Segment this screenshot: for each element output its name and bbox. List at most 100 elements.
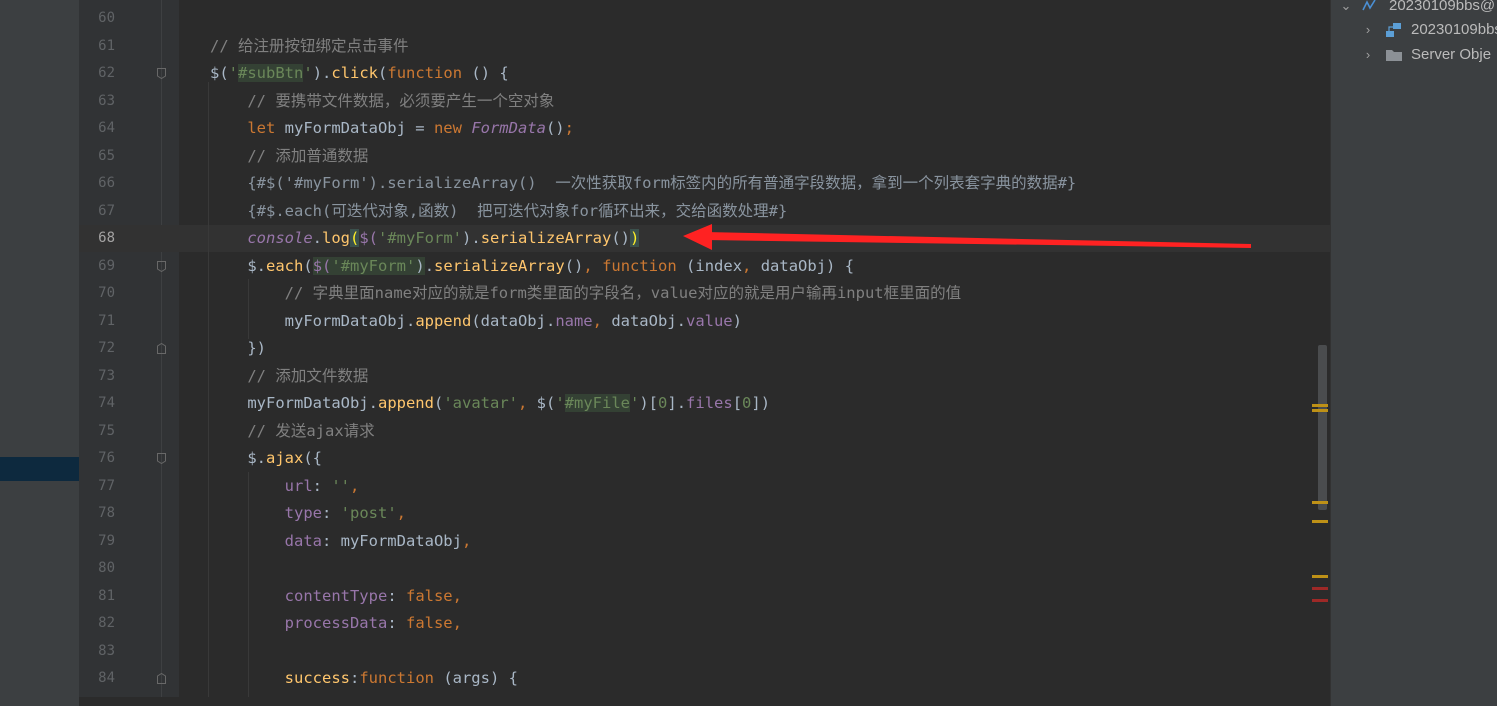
code-line[interactable]: 67 {#$.each(可迭代对象,函数) 把可迭代对象for循环出来，交给函数…: [79, 198, 1330, 225]
line-number[interactable]: 73: [79, 363, 115, 390]
tree-item-schema[interactable]: › 20230109bbs: [1331, 18, 1497, 42]
code-line[interactable]: 69 $.each($('#myForm').serializeArray(),…: [79, 253, 1330, 280]
line-number[interactable]: 60: [79, 5, 115, 32]
line-number[interactable]: 75: [79, 418, 115, 445]
fold-marker-icon[interactable]: [157, 453, 166, 464]
code-text[interactable]: $.ajax({: [210, 445, 322, 472]
fold-marker-icon[interactable]: [157, 68, 166, 79]
code-token: $(: [359, 229, 379, 247]
fold-marker-icon[interactable]: [157, 343, 166, 354]
code-line[interactable]: 65 // 添加普通数据: [79, 143, 1330, 170]
code-line[interactable]: 64 let myFormDataObj = new FormData();: [79, 115, 1330, 142]
code-line[interactable]: 68 console.log($('#myForm').serializeArr…: [79, 225, 1330, 252]
code-line[interactable]: 66 {#$('#myForm').serializeArray() 一次性获取…: [79, 170, 1330, 197]
tree-item-server-objects[interactable]: › Server Obje: [1331, 43, 1497, 67]
code-line[interactable]: 77 url: '',: [79, 473, 1330, 500]
code-line[interactable]: 60: [79, 5, 1330, 32]
line-number[interactable]: 77: [79, 473, 115, 500]
code-line[interactable]: 80: [79, 555, 1330, 582]
code-token: .: [424, 256, 435, 275]
code-token: ajax: [266, 449, 304, 467]
code-line[interactable]: 74 myFormDataObj.append('avatar', $('#my…: [79, 390, 1330, 417]
chevron-down-icon[interactable]: ⌄: [1339, 0, 1353, 18]
code-token: name: [555, 311, 593, 330]
line-number[interactable]: 68: [79, 225, 115, 252]
code-line[interactable]: 72 }): [79, 335, 1330, 362]
code-line[interactable]: 82 processData: false,: [79, 610, 1330, 637]
fold-marker-icon[interactable]: [157, 673, 166, 684]
vertical-scrollbar-thumb[interactable]: [1318, 345, 1327, 510]
code-line[interactable]: 76 $.ajax({: [79, 445, 1330, 472]
code-text[interactable]: {#$.each(可迭代对象,函数) 把可迭代对象for循环出来，交给函数处理#…: [210, 198, 787, 225]
code-line[interactable]: 78 type: 'post',: [79, 500, 1330, 527]
line-number[interactable]: 70: [79, 280, 115, 307]
code-token: new: [433, 119, 462, 137]
code-text[interactable]: }): [210, 335, 266, 362]
code-text[interactable]: // 给注册按钮绑定点击事件: [210, 33, 409, 60]
code-text[interactable]: myFormDataObj.append('avatar', $('#myFil…: [210, 390, 770, 417]
code-text[interactable]: url: '',: [210, 473, 360, 500]
line-number[interactable]: 78: [79, 500, 115, 527]
line-number[interactable]: 84: [79, 665, 115, 692]
line-number[interactable]: 72: [79, 335, 115, 362]
error-marker[interactable]: [1312, 599, 1328, 602]
code-token: ({: [303, 449, 322, 467]
line-number[interactable]: 67: [79, 198, 115, 225]
code-line[interactable]: 84 success:function (args) {: [79, 665, 1330, 692]
code-line[interactable]: 75 // 发送ajax请求: [79, 418, 1330, 445]
code-line[interactable]: 73 // 添加文件数据: [79, 363, 1330, 390]
line-number[interactable]: 83: [79, 638, 115, 665]
chevron-right-icon[interactable]: ›: [1361, 18, 1375, 42]
code-text[interactable]: // 添加文件数据: [210, 363, 368, 390]
warning-marker[interactable]: [1312, 520, 1328, 523]
code-text[interactable]: {#$('#myForm').serializeArray() 一次性获取for…: [210, 170, 1076, 197]
code-text[interactable]: myFormDataObj.append(dataObj.name, dataO…: [210, 308, 742, 335]
code-text[interactable]: $('#subBtn').click(function () {: [210, 60, 509, 87]
line-number[interactable]: 65: [79, 143, 115, 170]
code-line[interactable]: 83: [79, 638, 1330, 665]
code-text[interactable]: // 添加普通数据: [210, 143, 368, 170]
code-text[interactable]: success:function (args) {: [210, 665, 518, 692]
warning-marker[interactable]: [1312, 501, 1328, 504]
selected-row-highlight: [0, 457, 79, 481]
error-marker[interactable]: [1312, 587, 1328, 590]
code-line[interactable]: 71 myFormDataObj.append(dataObj.name, da…: [79, 308, 1330, 335]
line-number[interactable]: 62: [79, 60, 115, 87]
line-number[interactable]: 64: [79, 115, 115, 142]
line-number[interactable]: 76: [79, 445, 115, 472]
code-text[interactable]: data: myFormDataObj,: [210, 528, 472, 555]
chevron-right-icon[interactable]: ›: [1361, 43, 1375, 67]
tree-item-database[interactable]: ⌄ 20230109bbs@: [1331, 0, 1497, 18]
line-number[interactable]: 71: [79, 308, 115, 335]
warning-marker[interactable]: [1312, 404, 1328, 407]
code-token: each: [266, 256, 304, 275]
code-text[interactable]: console.log($('#myForm').serializeArray(…: [210, 225, 640, 252]
code-line[interactable]: 63 // 要携带文件数据，必须要产生一个空对象: [79, 88, 1330, 115]
line-number[interactable]: 74: [79, 390, 115, 417]
warning-marker[interactable]: [1312, 575, 1328, 578]
code-text[interactable]: $.each($('#myForm').serializeArray(), fu…: [210, 253, 854, 280]
code-line[interactable]: 79 data: myFormDataObj,: [79, 528, 1330, 555]
code-text[interactable]: let myFormDataObj = new FormData();: [210, 115, 574, 142]
line-number[interactable]: 80: [79, 555, 115, 582]
code-line[interactable]: 62 $('#subBtn').click(function () {: [79, 60, 1330, 87]
line-number[interactable]: 69: [79, 253, 115, 280]
line-number[interactable]: 61: [79, 33, 115, 60]
line-number[interactable]: 81: [79, 583, 115, 610]
warning-marker[interactable]: [1312, 409, 1328, 412]
code-line[interactable]: 70 // 字典里面name对应的就是form类里面的字段名，value对应的就…: [79, 280, 1330, 307]
code-line[interactable]: 81 contentType: false,: [79, 583, 1330, 610]
code-text[interactable]: // 要携带文件数据，必须要产生一个空对象: [210, 88, 554, 115]
code-text[interactable]: // 字典里面name对应的就是form类里面的字段名，value对应的就是用户…: [210, 280, 961, 307]
horizontal-scrollbar[interactable]: [79, 697, 1330, 706]
line-number[interactable]: 63: [79, 88, 115, 115]
code-text[interactable]: type: 'post',: [210, 500, 406, 527]
line-number[interactable]: 66: [79, 170, 115, 197]
line-number[interactable]: 79: [79, 528, 115, 555]
fold-marker-icon[interactable]: [157, 260, 166, 272]
code-line[interactable]: 61 // 给注册按钮绑定点击事件: [79, 33, 1330, 60]
code-text[interactable]: // 发送ajax请求: [210, 418, 374, 445]
line-number[interactable]: 82: [79, 610, 115, 637]
